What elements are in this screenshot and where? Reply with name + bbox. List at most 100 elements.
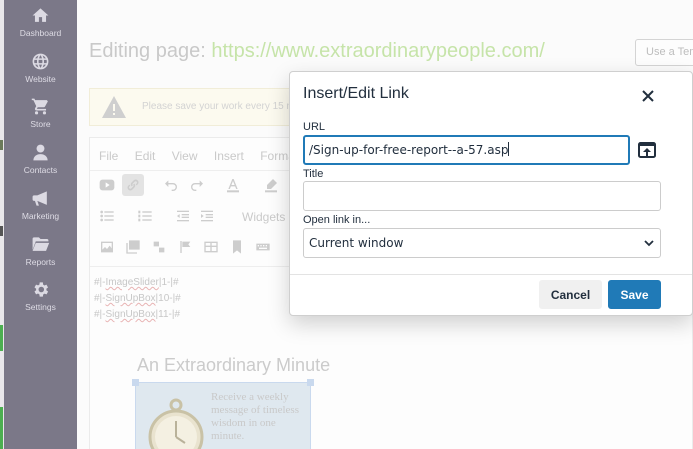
undo-button[interactable] [160,174,182,196]
target-label: Open link in... [303,214,371,226]
indent-icon [201,210,213,222]
image-button[interactable] [96,236,118,258]
sidebar-item-contacts[interactable]: Contacts [4,143,77,187]
page-url-link[interactable]: https://www.extraordinarypeople.com/ [211,40,545,62]
sidebar-item-dashboard[interactable]: Dashboard [4,6,77,50]
flag-icon [180,241,191,253]
title-input[interactable] [303,181,661,211]
widgets-menu[interactable]: Widgets [242,210,285,224]
indent-button[interactable] [196,205,218,227]
flag-button[interactable] [174,236,196,258]
sidebar-item-label: Settings [25,302,56,312]
editor-menubar: File Edit View Insert Format [99,149,311,163]
warning-text: Please save your work every 15 m [142,101,295,112]
youtube-icon [99,179,115,191]
menu-insert[interactable]: Insert [214,149,244,163]
highlight-button[interactable] [260,174,282,196]
image-group-button[interactable] [148,236,170,258]
globe-icon [32,53,49,70]
redo-button[interactable] [186,174,208,196]
promo-image-caption: Receive a weekly message of timeless wis… [211,391,299,442]
insert-link-dialog: Insert/Edit Link URL /Sign-up-for-free-r… [289,71,693,316]
accent-mark [0,325,3,351]
template-select[interactable]: Use a Tem [635,39,693,66]
warning-icon [102,96,126,118]
close-icon [642,90,654,102]
link-button[interactable] [122,174,144,196]
sidebar-item-marketing[interactable]: Marketing [4,189,77,233]
sidebar-item-store[interactable]: Store [4,97,77,141]
bullet-list-button[interactable] [96,205,118,227]
undo-icon [165,180,177,191]
browse-button[interactable] [637,140,657,160]
page-title-prefix: Editing page: [89,40,206,62]
outdent-button[interactable] [172,205,194,227]
home-icon [32,8,49,22]
save-button[interactable]: Save [608,280,661,309]
editor-content[interactable]: #|-ImageSlider|1-|# #|-SignUpBox|10-|# #… [94,275,181,323]
chevron-down-icon [644,240,654,247]
redo-icon [191,180,203,191]
table-button[interactable] [200,236,222,258]
sidebar-item-label: Dashboard [19,28,62,38]
menu-view[interactable]: View [172,149,198,163]
sidebar-item-settings[interactable]: Settings [4,280,77,324]
page-title: Editing page: https://www.extraordinaryp… [89,40,545,63]
text-color-button[interactable] [222,174,244,196]
title-label: Title [303,168,324,180]
gear-icon [34,282,49,297]
resize-handle[interactable] [132,379,139,386]
highlighter-icon [265,179,277,193]
outdent-icon [177,210,189,222]
accent-mark [0,140,3,150]
dialog-footer-divider [290,274,692,275]
table-icon [204,241,218,253]
pocket-watch-icon [148,398,204,449]
gallery-icon [126,240,140,254]
text-caret [508,142,510,156]
image-icon [101,241,113,253]
numbered-list-button[interactable] [134,205,156,227]
keyboard-icon [256,243,270,251]
link-icon [127,179,139,191]
close-button[interactable] [637,85,659,107]
megaphone-icon [32,191,47,206]
media-button[interactable] [96,174,118,196]
url-label: URL [303,121,326,133]
sidebar: Dashboard Website Store Contacts Marketi… [4,0,77,449]
sidebar-item-website[interactable]: Website [4,52,77,96]
target-value: Current window [309,236,404,250]
promo-image[interactable]: Receive a weekly message of timeless wis… [135,382,311,449]
sidebar-item-reports[interactable]: Reports [4,235,77,279]
content-tag-line: #|-SignUpBox|11-|# [94,309,180,320]
user-icon [33,144,48,161]
menu-file[interactable]: File [99,149,118,163]
accent-mark [0,407,3,449]
cancel-button[interactable]: Cancel [539,280,602,309]
images-icon [153,241,165,253]
bullet-list-icon [100,210,114,222]
sidebar-item-label: Website [25,74,56,84]
gallery-button[interactable] [122,236,144,258]
open-link-select[interactable]: Current window [303,228,661,258]
cart-icon [31,98,48,115]
bookmark-icon [233,240,241,254]
code-button[interactable] [252,236,274,258]
numbered-list-icon [138,210,152,222]
browse-icon [638,142,656,158]
url-input[interactable]: /Sign-up-for-free-report--a-57.asp [303,135,630,165]
accent-mark [0,226,3,236]
sidebar-item-label: Store [30,119,51,129]
dialog-title: Insert/Edit Link [303,85,409,102]
sidebar-item-label: Contacts [23,165,58,175]
sidebar-item-label: Marketing [21,211,60,221]
sidebar-item-label: Reports [25,257,56,267]
content-tag-line: #|-SignUpBox|10-|# [94,293,181,304]
menu-edit[interactable]: Edit [135,149,156,163]
folder-icon [32,237,50,251]
text-color-icon [227,179,239,193]
bookmark-button[interactable] [226,236,248,258]
resize-handle[interactable] [307,379,314,386]
content-tag-line: #|-ImageSlider|1-|# [94,277,179,288]
promo-heading: An Extraordinary Minute [137,355,331,375]
